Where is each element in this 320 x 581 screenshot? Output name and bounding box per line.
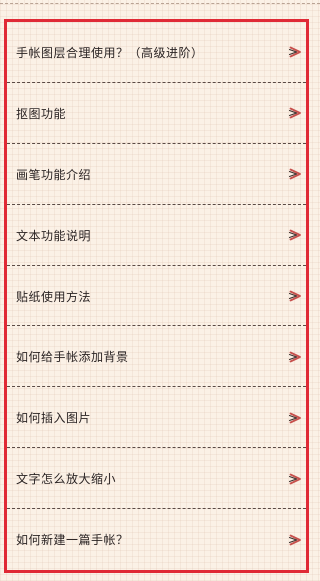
list-item[interactable]: 贴纸使用方法	[7, 266, 306, 327]
chevron-right-icon	[289, 534, 302, 546]
list-item-label: 如何插入图片	[16, 411, 92, 426]
list-item-label: 文本功能说明	[16, 228, 92, 243]
chevron-right-icon	[289, 107, 302, 119]
chevron-right-icon	[289, 412, 302, 424]
list-item[interactable]: 手帐图层合理使用？（高级进阶）	[7, 22, 306, 83]
list-item-label: 抠图功能	[16, 106, 67, 121]
list-item[interactable]: 如何给手帐添加背景	[7, 326, 306, 388]
list-item-label: 贴纸使用方法	[16, 289, 92, 304]
list-item[interactable]: 抠图功能	[7, 83, 306, 144]
chevron-right-icon	[289, 351, 302, 363]
chevron-right-icon	[289, 473, 302, 485]
chevron-right-icon	[289, 229, 302, 241]
list-item[interactable]: 如何插入图片	[7, 387, 306, 449]
list-item[interactable]: 画笔功能介绍	[7, 144, 306, 205]
list-item-label: 如何新建一篇手帐？	[16, 533, 129, 548]
chevron-right-icon	[289, 168, 302, 180]
list-item-label: 手帐图层合理使用？（高级进阶）	[16, 45, 204, 60]
chevron-right-icon	[289, 290, 302, 302]
chevron-right-icon	[289, 46, 302, 58]
help-topic-list: 手帐图层合理使用？（高级进阶） 抠图功能 画笔功能介绍 文本功能说明 贴纸使用方…	[7, 22, 306, 570]
list-item[interactable]: 如何新建一篇手帐？	[7, 509, 306, 570]
list-item-label: 文字怎么放大缩小	[16, 472, 117, 487]
list-item[interactable]: 文本功能说明	[7, 205, 306, 266]
list-item-label: 画笔功能介绍	[16, 167, 92, 182]
top-stitch-divider	[0, 3, 320, 4]
list-item-label: 如何给手帐添加背景	[16, 350, 129, 365]
list-item[interactable]: 文字怎么放大缩小	[7, 448, 306, 510]
